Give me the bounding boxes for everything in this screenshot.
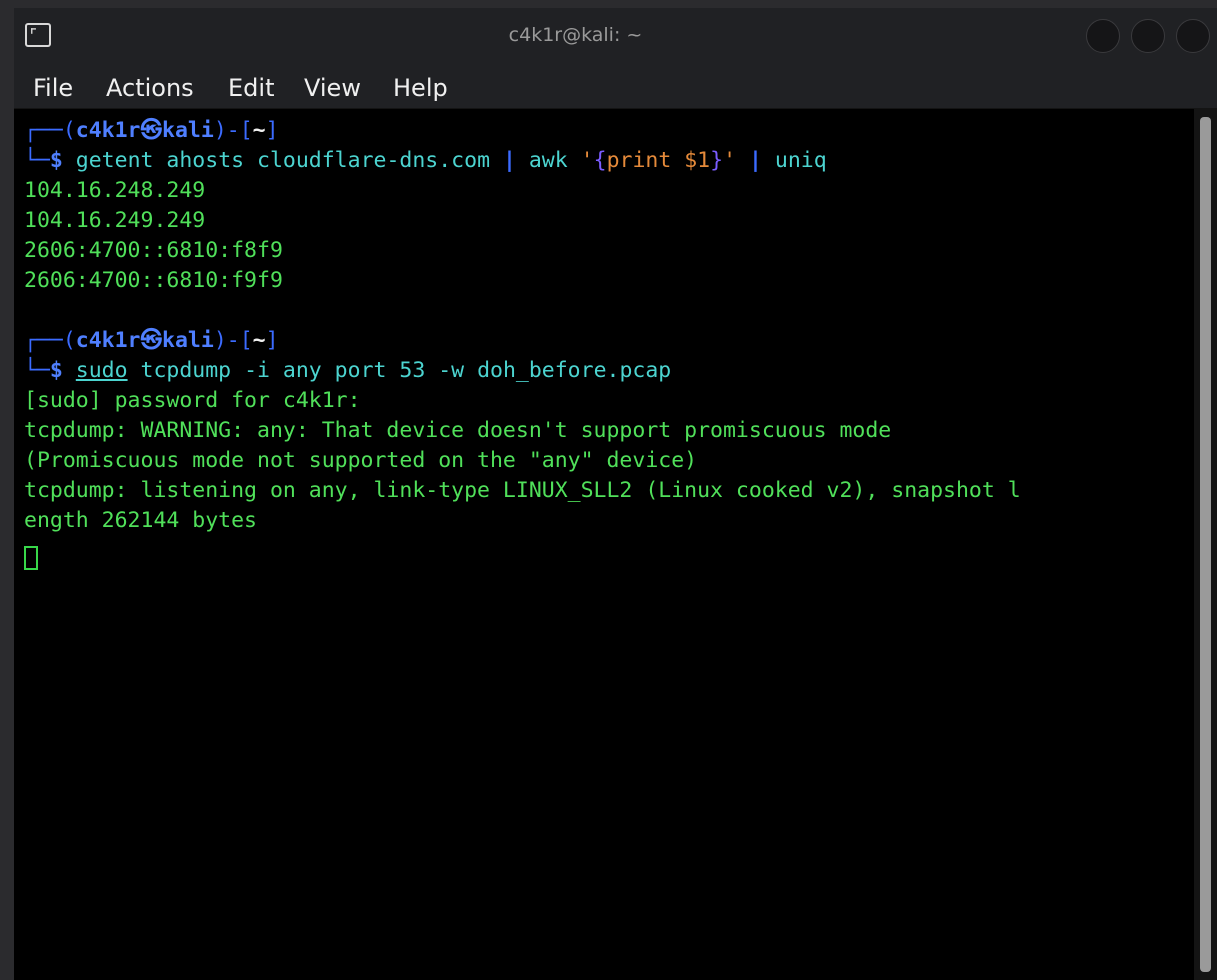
command-line: └─$ sudo tcpdump -i any port 53 -w doh_b…	[24, 358, 672, 383]
minimize-button[interactable]	[1086, 19, 1120, 53]
prompt-line: ┌──(c4k1r㉿kali)-[~]	[24, 118, 279, 143]
command-line: └─$ getent ahosts cloudflare-dns.com | a…	[24, 148, 827, 173]
output-line: 2606:4700::6810:f8f9	[24, 238, 283, 263]
output-line: 2606:4700::6810:f9f9	[24, 268, 283, 293]
maximize-button[interactable]	[1131, 19, 1165, 53]
scrollbar[interactable]	[1194, 109, 1217, 980]
output-line: 104.16.249.249	[24, 208, 206, 233]
scrollbar-thumb[interactable]	[1200, 117, 1211, 972]
menu-bar: File Actions Edit View Help	[14, 64, 1217, 109]
output-line: (Promiscuous mode not supported on the "…	[24, 448, 698, 473]
output-line: [sudo] password for c4k1r:	[24, 388, 361, 413]
output-line: tcpdump: listening on any, link-type LIN…	[24, 478, 1021, 503]
menu-view[interactable]: View	[304, 74, 361, 102]
output-line: 104.16.248.249	[24, 178, 206, 203]
terminal-output[interactable]: ┌──(c4k1r㉿kali)-[~] └─$ getent ahosts cl…	[14, 109, 1194, 980]
prompt-line: ┌──(c4k1r㉿kali)-[~]	[24, 328, 279, 353]
terminal-window: c4k1r@kali: ~ File Actions Edit View Hel…	[14, 8, 1217, 980]
menu-help[interactable]: Help	[393, 74, 448, 102]
menu-edit[interactable]: Edit	[228, 74, 274, 102]
window-title: c4k1r@kali: ~	[508, 24, 643, 46]
menu-actions[interactable]: Actions	[106, 74, 194, 102]
title-bar[interactable]: c4k1r@kali: ~	[14, 8, 1217, 64]
output-line: ength 262144 bytes	[24, 508, 257, 533]
text-cursor	[24, 546, 38, 570]
output-line: tcpdump: WARNING: any: That device doesn…	[24, 418, 892, 443]
close-button[interactable]	[1176, 19, 1210, 53]
menu-file[interactable]: File	[33, 74, 73, 102]
